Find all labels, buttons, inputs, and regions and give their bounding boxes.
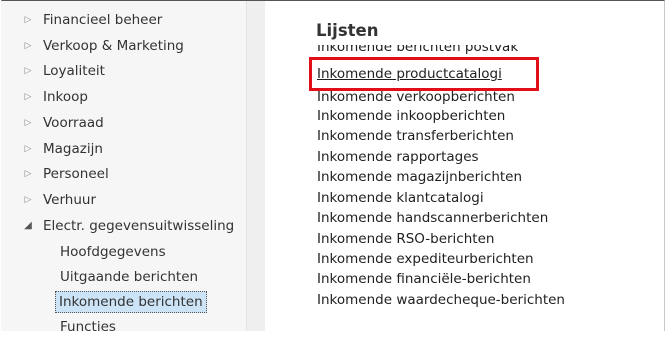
link-inkomende-rso-berichten[interactable]: Inkomende RSO-berichten bbox=[317, 229, 494, 249]
sidebar-subitem-label: Uitgaande berichten bbox=[60, 269, 199, 285]
sidebar-item-label: Electr. gegevensuitwisseling bbox=[43, 218, 235, 234]
link-inkomende-klantcatalogi[interactable]: Inkomende klantcatalogi bbox=[317, 188, 484, 208]
navigation-sidebar: ▷ Financieel beheer ▷ Verkoop & Marketin… bbox=[1, 1, 246, 335]
sidebar-item-label: Personeel bbox=[43, 166, 109, 182]
link-inkomende-magazijnberichten[interactable]: Inkomende magazijnberichten bbox=[317, 167, 522, 187]
sidebar-subitem-label: Hoofdgegevens bbox=[60, 244, 166, 260]
link-inkomende-transferberichten[interactable]: Inkomende transferberichten bbox=[317, 126, 514, 146]
sidebar-subitem-label: Inkomende berichten bbox=[55, 291, 207, 313]
sidebar-item-label: Verkoop & Marketing bbox=[43, 38, 184, 54]
page-title: Lijsten bbox=[316, 21, 379, 40]
chevron-right-icon[interactable]: ▷ bbox=[22, 112, 34, 134]
sidebar-subitem-label: Functies bbox=[60, 319, 116, 335]
sidebar-item-label: Inkoop bbox=[43, 89, 88, 105]
chevron-right-icon[interactable]: ▷ bbox=[22, 86, 34, 108]
highlight-annotation-box bbox=[309, 57, 539, 91]
sidebar-item-label: Magazijn bbox=[43, 141, 103, 157]
pane-splitter[interactable] bbox=[246, 1, 265, 331]
link-inkomende-handscannerberichten[interactable]: Inkomende handscannerberichten bbox=[317, 208, 548, 228]
sidebar-item-label: Financieel beheer bbox=[43, 12, 163, 28]
sidebar-item-label: Loyaliteit bbox=[43, 63, 105, 79]
sidebar-item-label: Verhuur bbox=[43, 192, 97, 208]
chevron-right-icon[interactable]: ▷ bbox=[22, 189, 34, 211]
chevron-right-icon[interactable]: ▷ bbox=[22, 35, 34, 57]
link-inkomende-inkoopberichten[interactable]: Inkomende inkoopberichten bbox=[317, 106, 505, 126]
link-inkomende-waardecheque-berichten[interactable]: Inkomende waardecheque-berichten bbox=[317, 290, 565, 310]
link-inkomende-financiele-berichten[interactable]: Inkomende financiële-berichten bbox=[317, 269, 531, 289]
chevron-expanded-icon[interactable]: ◢ bbox=[22, 215, 34, 237]
chevron-right-icon[interactable]: ▷ bbox=[22, 60, 34, 82]
chevron-right-icon[interactable]: ▷ bbox=[22, 163, 34, 185]
link-inkomende-expediteurberichten[interactable]: Inkomende expediteurberichten bbox=[317, 249, 534, 269]
link-inkomende-berichten-postvak[interactable]: Inkomende berichten postvak bbox=[317, 45, 518, 55]
chevron-right-icon[interactable]: ▷ bbox=[22, 9, 34, 31]
chevron-right-icon[interactable]: ▷ bbox=[22, 138, 34, 160]
sidebar-item-label: Voorraad bbox=[43, 115, 104, 131]
link-inkomende-rapportages[interactable]: Inkomende rapportages bbox=[317, 147, 479, 167]
